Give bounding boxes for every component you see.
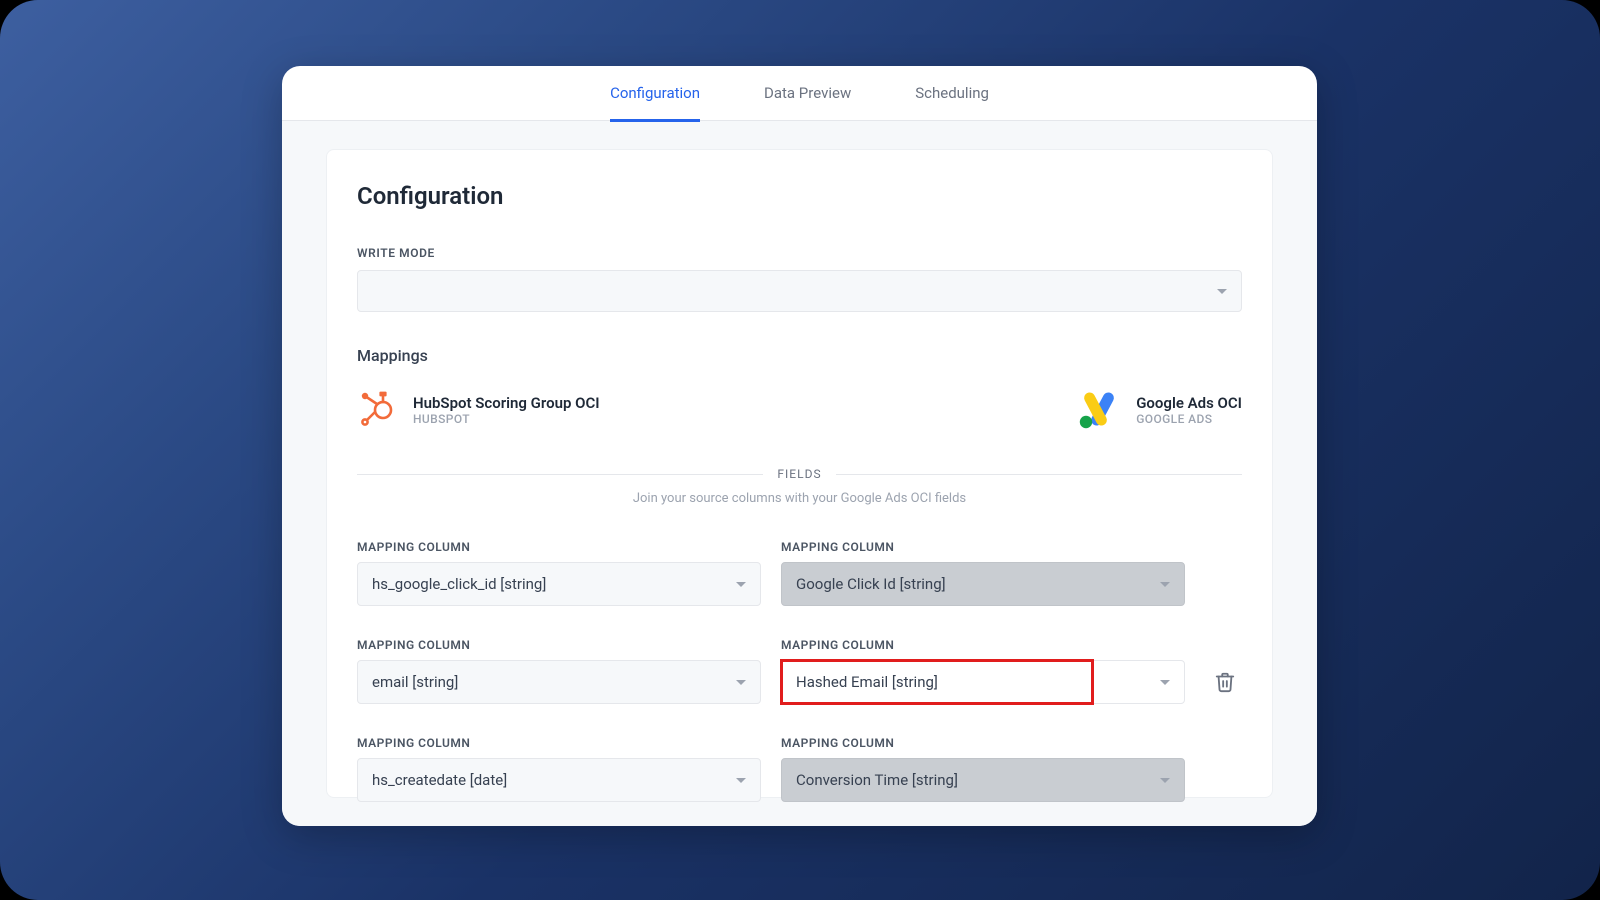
trash-icon[interactable] [1214, 671, 1236, 693]
tab-bar: Configuration Data Preview Scheduling [282, 66, 1317, 121]
source-field-select[interactable]: hs_createdate [date] [357, 758, 761, 802]
destination-provider: GOOGLE ADS [1136, 412, 1242, 426]
chevron-down-icon [1160, 680, 1170, 685]
source-name: HubSpot Scoring Group OCI [413, 394, 600, 412]
fields-divider-label: FIELDS [777, 467, 821, 481]
chevron-down-icon [1160, 582, 1170, 587]
source-endpoint: HubSpot Scoring Group OCI HUBSPOT [357, 390, 600, 430]
destination-field-value: Hashed Email [string] [796, 673, 938, 691]
mapping-column-label: MAPPING COLUMN [781, 736, 1185, 750]
mapping-column-label: MAPPING COLUMN [357, 638, 761, 652]
destination-field-value: Google Click Id [string] [796, 575, 946, 593]
mapping-column-label: MAPPING COLUMN [781, 540, 1185, 554]
destination-field-select[interactable]: Hashed Email [string] [781, 660, 1185, 704]
write-mode-label: WRITE MODE [357, 246, 1242, 260]
google-ads-icon [1078, 389, 1120, 431]
chevron-down-icon [736, 778, 746, 783]
tab-scheduling[interactable]: Scheduling [915, 66, 989, 121]
source-field-select[interactable]: email [string] [357, 660, 761, 704]
tab-data-preview[interactable]: Data Preview [764, 66, 851, 121]
divider-line [836, 474, 1242, 475]
mappings-heading: Mappings [357, 346, 1242, 365]
destination-field-value: Conversion Time [string] [796, 771, 958, 789]
destination-endpoint: Google Ads OCI GOOGLE ADS [1078, 389, 1242, 431]
write-mode-select[interactable] [357, 270, 1242, 312]
destination-field-select[interactable]: Conversion Time [string] [781, 758, 1185, 802]
chevron-down-icon [736, 582, 746, 587]
fields-subtitle: Join your source columns with your Googl… [357, 491, 1242, 506]
source-field-value: hs_google_click_id [string] [372, 575, 546, 593]
configuration-card: Configuration WRITE MODE Mappings [326, 149, 1273, 798]
destination-name: Google Ads OCI [1136, 394, 1242, 412]
mapping-column-label: MAPPING COLUMN [781, 638, 1185, 652]
destination-field-select[interactable]: Google Click Id [string] [781, 562, 1185, 606]
tab-configuration[interactable]: Configuration [610, 66, 700, 121]
page-title: Configuration [357, 182, 1242, 210]
chevron-down-icon [736, 680, 746, 685]
chevron-down-icon [1217, 289, 1227, 294]
chevron-down-icon [1160, 778, 1170, 783]
source-provider: HUBSPOT [413, 412, 600, 426]
divider-line [357, 474, 763, 475]
source-field-value: email [string] [372, 673, 458, 691]
hubspot-icon [357, 390, 397, 430]
source-field-value: hs_createdate [date] [372, 771, 507, 789]
mapping-column-label: MAPPING COLUMN [357, 736, 761, 750]
mapping-column-label: MAPPING COLUMN [357, 540, 761, 554]
source-field-select[interactable]: hs_google_click_id [string] [357, 562, 761, 606]
config-panel: Configuration Data Preview Scheduling Co… [282, 66, 1317, 826]
